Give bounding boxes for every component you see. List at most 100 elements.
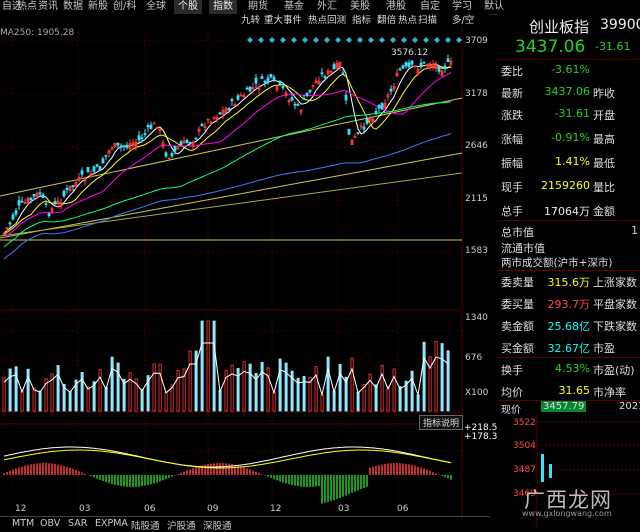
price-axis-label: 3178 <box>465 89 488 99</box>
volume-bar <box>38 390 42 412</box>
tab-hugutong[interactable]: 沪股通 <box>167 518 196 532</box>
volume-bar <box>434 340 438 412</box>
menu-item-qihuo[interactable]: 期货 <box>248 0 268 14</box>
volume-bar <box>374 384 378 412</box>
volume-axis-label: 676 <box>465 353 483 363</box>
tool-double[interactable]: 翻倍 <box>377 15 396 27</box>
x-axis-label: 06 <box>144 504 156 514</box>
volume-bar <box>56 365 60 412</box>
mini-price-value: 3457.79 <box>541 401 587 412</box>
tool-indicator[interactable]: 指标 <box>352 15 371 27</box>
row-sell-amount: 卖金额 25.68亿 下跌家数 <box>501 320 637 333</box>
candle <box>170 151 174 159</box>
volume-axis-label: X100 <box>465 388 489 398</box>
candle <box>179 139 183 146</box>
volume-bar <box>332 390 336 412</box>
candle <box>389 85 393 95</box>
candle <box>422 61 426 64</box>
candle <box>332 62 336 70</box>
candle <box>419 58 423 70</box>
candle <box>92 165 96 174</box>
menu-item-moren[interactable]: 默认 <box>484 0 504 14</box>
volume-bar <box>284 362 288 412</box>
signal-diamond <box>346 37 352 43</box>
candle <box>299 109 303 116</box>
x-axis-label: 09 <box>207 504 219 514</box>
candle <box>230 97 234 106</box>
tab-obv[interactable]: OBV <box>40 518 60 529</box>
menu-item-meigu[interactable]: 美股 <box>350 0 370 14</box>
menu-item-ganggu[interactable]: 港股 <box>386 0 406 14</box>
candle <box>278 80 282 87</box>
menu-item-quanqiu[interactable]: 全球 <box>146 0 166 14</box>
tab-lugutong[interactable]: 陆股通 <box>131 518 160 532</box>
tool-major-events[interactable]: 重大事件 <box>264 15 302 27</box>
menu-item-shuju[interactable]: 数据 <box>63 0 83 14</box>
row-avg-price: 均价 31.65 市净率 <box>501 384 626 399</box>
tab-expma[interactable]: EXPMA <box>95 518 128 529</box>
candle <box>59 198 63 210</box>
ma-line-5 <box>3 63 452 234</box>
indicator-help-button[interactable]: 指标说明 <box>419 415 464 430</box>
signal-diamond <box>379 37 385 43</box>
tool-scan[interactable]: 扫描 <box>418 15 437 27</box>
volume-bar <box>314 366 318 412</box>
menu-item-xuexi[interactable]: 学习 <box>452 0 472 14</box>
menu-item-zixun[interactable]: 资讯 <box>38 0 58 14</box>
indicator-tabs: MTM OBV SAR EXPMA 陆股通 沪股通 深股通 <box>0 516 490 532</box>
tab-shengutong[interactable]: 深股通 <box>203 518 232 532</box>
row-change: 涨跌 -31.61 开盘 <box>501 107 615 122</box>
tool-long-short[interactable]: 多/空 <box>452 15 474 27</box>
candle <box>365 117 369 126</box>
tab-sar[interactable]: SAR <box>68 518 87 529</box>
candle <box>353 133 357 139</box>
menu-item-gegu[interactable]: 个股 <box>174 0 202 14</box>
candle <box>188 141 192 146</box>
volume-bar <box>14 366 18 412</box>
menu-item-zhishu[interactable]: 指数 <box>209 0 237 14</box>
tool-jiuzhuan[interactable]: 九转 <box>241 15 260 27</box>
row-amplitude: 振幅 1.41% 最低 <box>501 155 615 170</box>
volume-bar <box>8 368 12 412</box>
candle <box>149 121 153 130</box>
menu-item-jijin[interactable]: 基金 <box>284 0 304 14</box>
menu-item-xingu[interactable]: 新股 <box>88 0 108 14</box>
candle <box>128 139 132 151</box>
candle <box>296 102 300 106</box>
tab-mtm[interactable]: MTM <box>12 518 34 529</box>
candle <box>284 90 288 99</box>
candle <box>428 61 432 71</box>
candle <box>383 99 387 110</box>
volume-bar <box>116 362 120 412</box>
tool-hot[interactable]: 热点 <box>398 15 417 27</box>
current-price: 3437.06 <box>515 37 586 57</box>
candle <box>275 85 279 93</box>
watermark-url: www.gxlongwang.com <box>522 509 612 518</box>
volume-bar <box>248 363 252 412</box>
candle <box>62 189 66 198</box>
x-axis-label: 12 <box>270 504 282 514</box>
volume-bar <box>428 356 432 412</box>
index-title: 创业板指 <box>529 18 590 36</box>
x-axis-label: 03 <box>79 504 91 514</box>
signal-diamonds <box>247 37 462 43</box>
menu-item-redian[interactable]: 热点 <box>17 0 37 14</box>
volume-axis-label: 1340 <box>465 313 488 323</box>
volume-bar <box>176 370 180 412</box>
candle <box>443 62 447 73</box>
menu-item-waihui[interactable]: 外汇 <box>317 0 337 14</box>
volume-bar <box>110 356 114 412</box>
candle <box>380 102 384 111</box>
kline-chart[interactable] <box>0 28 497 516</box>
volume-bar <box>164 391 168 412</box>
price-axis-label: 3709 <box>465 36 488 46</box>
candle <box>410 60 414 68</box>
menu-item-zidingyi[interactable]: 自定 <box>420 0 440 14</box>
candle <box>41 192 45 199</box>
volume-bar <box>380 364 384 412</box>
signal-diamond <box>247 37 253 43</box>
candle <box>95 163 99 168</box>
volume-bar <box>104 386 108 412</box>
tool-hot-backtest[interactable]: 热点回测 <box>308 15 346 27</box>
menu-item-chuangke[interactable]: 创/科 <box>113 0 136 14</box>
